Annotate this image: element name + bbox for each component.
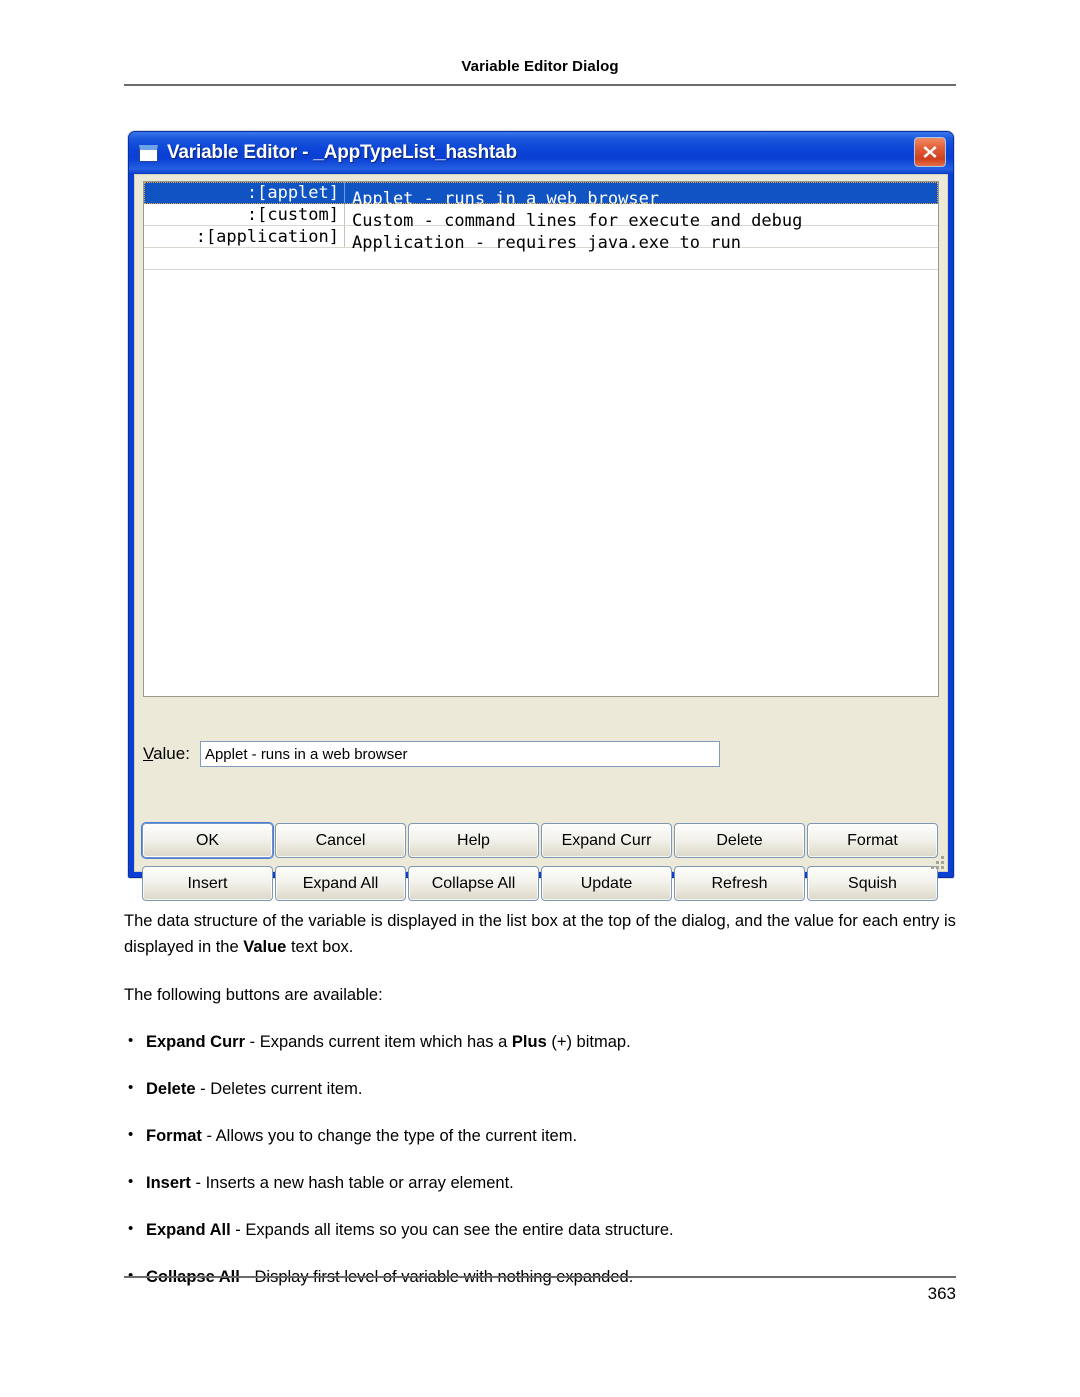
insert-button[interactable]: Insert: [142, 866, 273, 901]
value-label: Value:: [143, 744, 190, 764]
header-divider: [124, 84, 956, 86]
dialog-client-area: :[applet] Applet - runs in a web browser …: [134, 174, 948, 901]
close-icon[interactable]: [914, 137, 946, 167]
bullet-term: Insert: [146, 1174, 191, 1192]
value-field-row: Value: Applet - runs in a web browser: [143, 741, 720, 767]
list-item-empty: [144, 248, 938, 270]
bullet-desc: - Allows you to change the type of the c…: [201, 1127, 578, 1145]
list-item[interactable]: :[applet] Applet - runs in a web browser: [144, 182, 938, 209]
page-title: Variable Editor Dialog: [461, 58, 619, 75]
help-button[interactable]: Help: [408, 823, 539, 858]
list-item: Insert - Inserts a new hash table or arr…: [124, 1170, 960, 1195]
paragraph-intro-part2: text box.: [286, 938, 354, 956]
list-item: Expand Curr - Expands current item which…: [124, 1029, 960, 1054]
collapse-all-button[interactable]: Collapse All: [408, 866, 539, 901]
paragraph-buttons-available: The following buttons are available:: [124, 986, 383, 1004]
list-item: Format - Allows you to change the type o…: [124, 1123, 960, 1148]
expand-curr-button[interactable]: Expand Curr: [541, 823, 672, 858]
refresh-button[interactable]: Refresh: [674, 866, 805, 901]
resize-grip-icon[interactable]: [930, 855, 944, 869]
bullet-desc-secondary: (+) bitmap.: [546, 1033, 631, 1051]
dialog-titlebar[interactable]: Variable Editor - _AppTypeList_hashtab: [129, 132, 953, 174]
page-number: 363: [927, 1284, 956, 1303]
bullet-desc: - Inserts a new hash table or array elem…: [190, 1174, 514, 1192]
dialog-button-grid: OK Cancel Help Expand Curr Delete Format…: [142, 823, 942, 901]
cancel-button[interactable]: Cancel: [275, 823, 406, 858]
expand-all-button[interactable]: Expand All: [275, 866, 406, 901]
value-input[interactable]: Applet - runs in a web browser: [199, 741, 720, 767]
value-label-accel: V: [143, 744, 154, 763]
footer-divider: [124, 1276, 956, 1278]
list-item-key: :[application]: [195, 227, 339, 247]
body-copy: The data structure of the variable is di…: [124, 908, 960, 1312]
bullet-term-secondary: Plus: [511, 1033, 547, 1051]
paragraph-intro: The data structure of the variable is di…: [124, 908, 960, 960]
list-item-key: :[custom]: [246, 205, 339, 225]
squish-button[interactable]: Squish: [807, 866, 938, 901]
variable-listbox[interactable]: :[applet] Applet - runs in a web browser …: [143, 181, 939, 697]
bullet-desc: - Expands current item which has a: [245, 1033, 512, 1051]
column-separator: [344, 182, 345, 203]
value-label-rest: alue:: [153, 744, 190, 763]
bullet-term: Expand Curr: [146, 1033, 246, 1051]
list-item: Expand All - Expands all items so you ca…: [124, 1217, 960, 1242]
bullet-term: Expand All: [146, 1221, 231, 1239]
list-item[interactable]: :[custom] Custom - command lines for exec…: [144, 204, 938, 231]
bullet-desc: - Deletes current item.: [195, 1080, 363, 1098]
ok-button[interactable]: OK: [142, 823, 273, 858]
button-description-list: Expand Curr - Expands current item which…: [124, 1029, 960, 1289]
update-button[interactable]: Update: [541, 866, 672, 901]
delete-button[interactable]: Delete: [674, 823, 805, 858]
bullet-desc: - Expands all items so you can see the e…: [230, 1221, 674, 1239]
column-separator: [344, 226, 345, 247]
format-button[interactable]: Format: [807, 823, 938, 858]
bullet-term: Format: [146, 1127, 202, 1145]
paragraph-intro-bold: Value: [243, 938, 287, 956]
list-item[interactable]: :[application] Application - requires jav…: [144, 226, 938, 253]
variable-editor-dialog: Variable Editor - _AppTypeList_hashtab :…: [128, 131, 954, 901]
column-separator: [344, 204, 345, 225]
list-item: Delete - Deletes current item.: [124, 1076, 960, 1101]
bullet-term: Delete: [146, 1080, 196, 1098]
list-item-key: :[applet]: [246, 183, 339, 203]
dialog-title: Variable Editor - _AppTypeList_hashtab: [167, 142, 517, 163]
window-icon: [139, 144, 158, 162]
